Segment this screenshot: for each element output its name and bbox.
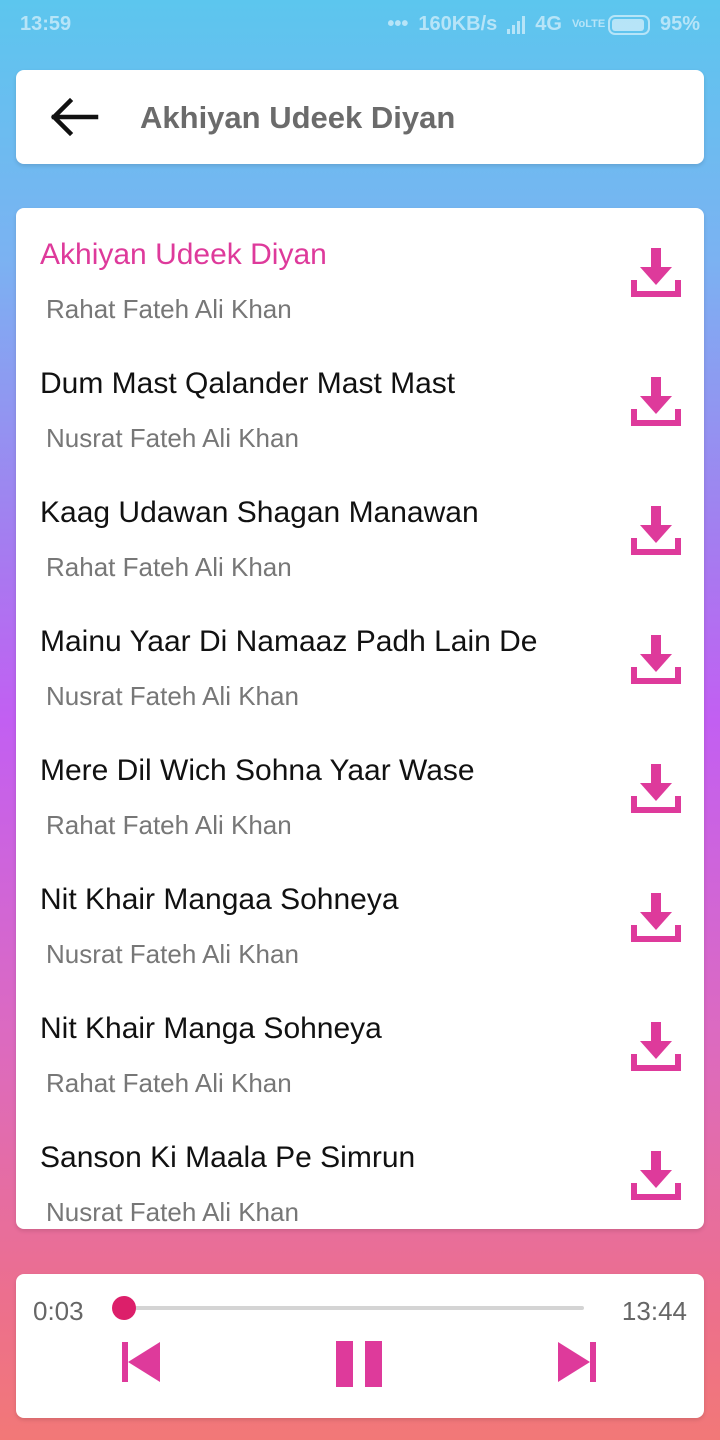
song-list-item[interactable]: Nit Khair Manga Sohneya Rahat Fateh Ali … <box>16 982 704 1111</box>
download-icon <box>631 1151 681 1200</box>
status-icons: ••• 160KB/s 4G VoLTE 95% <box>387 13 700 36</box>
download-icon <box>631 1022 681 1071</box>
song-title: Dum Mast Qalander Mast Mast <box>40 367 456 400</box>
download-button[interactable] <box>630 891 682 945</box>
battery-icon <box>607 14 650 35</box>
download-button[interactable] <box>630 504 682 558</box>
song-title: Nit Khair Manga Sohneya <box>40 1012 382 1045</box>
song-list[interactable]: Akhiyan Udeek Diyan Rahat Fateh Ali Khan… <box>16 208 704 1229</box>
download-button[interactable] <box>630 633 682 687</box>
battery-fill <box>611 18 645 31</box>
song-title: Kaag Udawan Shagan Manawan <box>40 496 479 529</box>
song-list-item[interactable]: Mere Dil Wich Sohna Yaar Wase Rahat Fate… <box>16 724 704 853</box>
net-speed: 160KB/s <box>418 13 498 35</box>
song-list-item[interactable]: Nit Khair Mangaa Sohneya Nusrat Fateh Al… <box>16 853 704 982</box>
previous-button[interactable] <box>120 1340 162 1389</box>
player-bar: 0:03 13:44 <box>16 1274 704 1418</box>
song-title: Mere Dil Wich Sohna Yaar Wase <box>40 754 475 787</box>
skip-next-icon <box>558 1342 596 1382</box>
song-artist: Rahat Fateh Ali Khan <box>46 552 292 582</box>
download-button[interactable] <box>630 375 682 429</box>
status-time: 13:59 <box>20 13 72 35</box>
notification-dots: ••• <box>387 13 409 35</box>
header-bar: Akhiyan Udeek Diyan <box>16 70 704 164</box>
download-icon <box>631 893 681 942</box>
battery-percent: 95% <box>659 13 700 35</box>
song-artist: Nusrat Fateh Ali Khan <box>46 681 299 711</box>
signal-icon <box>507 15 526 34</box>
volte-label: VoLTE <box>571 18 606 30</box>
download-icon <box>631 764 681 813</box>
download-button[interactable] <box>630 246 682 300</box>
song-list-item[interactable]: Mainu Yaar Di Namaaz Padh Lain De Nusrat… <box>16 595 704 724</box>
song-artist: Rahat Fateh Ali Khan <box>46 294 292 324</box>
current-time: 0:03 <box>33 1296 84 1326</box>
skip-previous-icon <box>122 1342 160 1382</box>
total-time: 13:44 <box>621 1296 687 1326</box>
download-icon <box>631 635 681 684</box>
song-title: Sanson Ki Maala Pe Simrun <box>40 1141 416 1174</box>
page-title: Akhiyan Udeek Diyan <box>140 100 456 135</box>
song-list-item[interactable]: Dum Mast Qalander Mast Mast Nusrat Fateh… <box>16 337 704 466</box>
back-button[interactable] <box>46 94 100 140</box>
song-artist: Nusrat Fateh Ali Khan <box>46 423 299 453</box>
network-type: 4G <box>535 13 562 35</box>
seek-thumb[interactable] <box>111 1296 136 1320</box>
song-list-item[interactable]: Kaag Udawan Shagan Manawan Rahat Fateh A… <box>16 466 704 595</box>
song-artist: Nusrat Fateh Ali Khan <box>46 1197 299 1227</box>
download-button[interactable] <box>630 1149 682 1203</box>
song-title: Nit Khair Mangaa Sohneya <box>40 883 399 916</box>
download-icon <box>631 506 681 555</box>
seek-bar[interactable] <box>111 1296 584 1320</box>
pause-icon <box>336 1341 382 1387</box>
song-artist: Nusrat Fateh Ali Khan <box>46 939 299 969</box>
download-button[interactable] <box>630 762 682 816</box>
download-icon <box>631 248 681 297</box>
song-title: Mainu Yaar Di Namaaz Padh Lain De <box>40 625 538 658</box>
song-artist: Rahat Fateh Ali Khan <box>46 810 292 840</box>
song-list-item[interactable]: Sanson Ki Maala Pe Simrun Nusrat Fateh A… <box>16 1111 704 1229</box>
download-icon <box>631 377 681 426</box>
pause-button[interactable] <box>334 1339 384 1394</box>
song-title: Akhiyan Udeek Diyan <box>40 238 327 271</box>
song-artist: Rahat Fateh Ali Khan <box>46 1068 292 1098</box>
song-list-item[interactable]: Akhiyan Udeek Diyan Rahat Fateh Ali Khan <box>16 208 704 337</box>
next-button[interactable] <box>556 1340 598 1389</box>
download-button[interactable] <box>630 1020 682 1074</box>
arrow-left-icon <box>50 97 99 137</box>
status-bar: 13:59 ••• 160KB/s 4G VoLTE 95% <box>0 0 720 50</box>
